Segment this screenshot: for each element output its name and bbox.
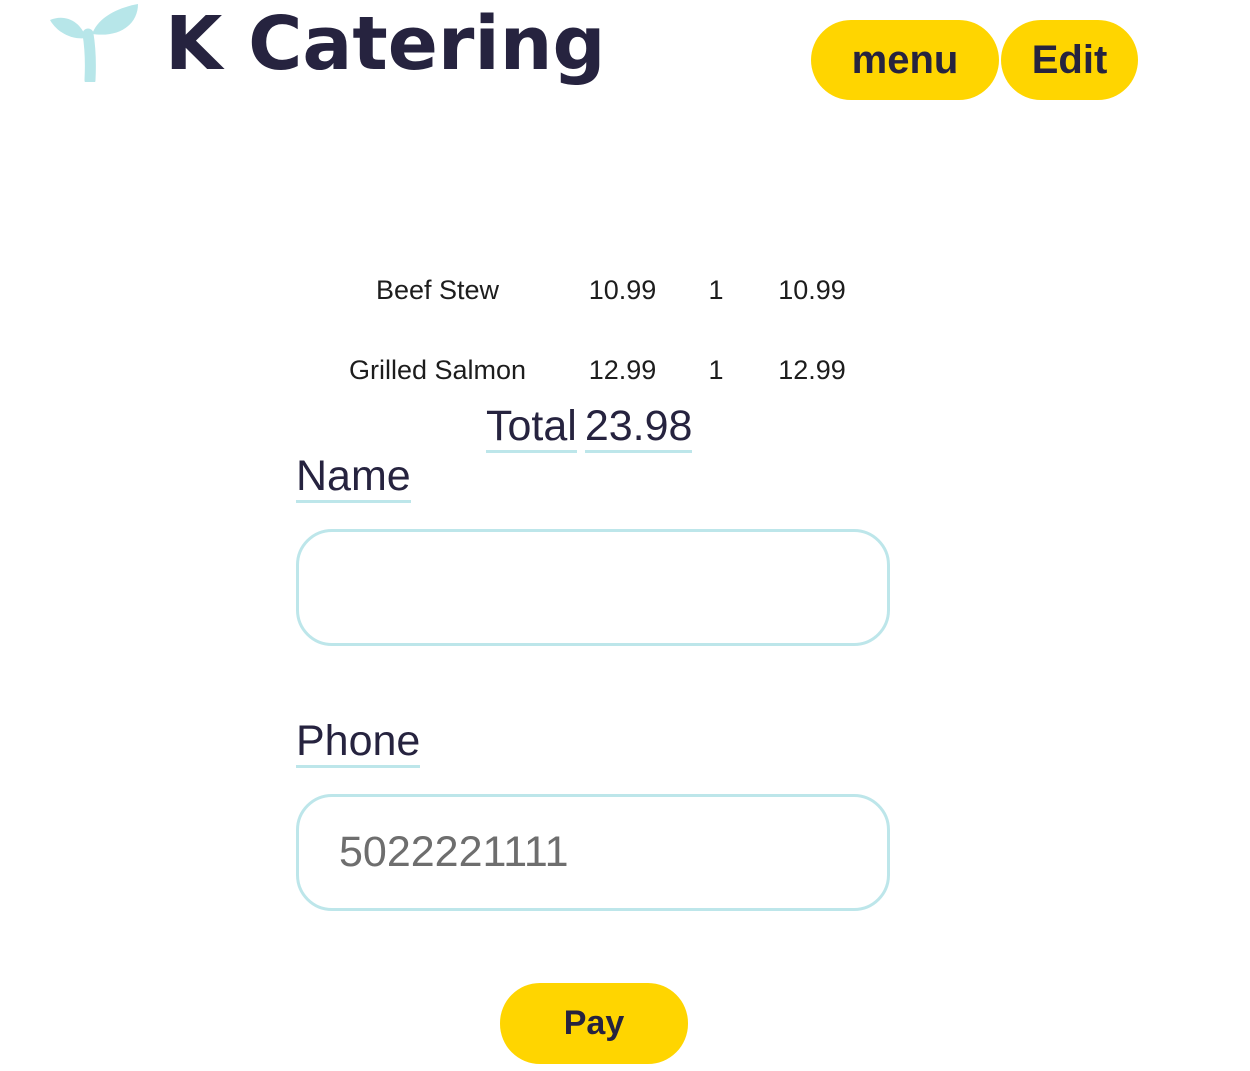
order-row: Grilled Salmon 12.99 1 12.99 — [310, 330, 872, 410]
name-label: Name — [296, 452, 411, 503]
item-quantity: 1 — [708, 274, 724, 305]
sprout-icon — [50, 4, 138, 82]
edit-button[interactable]: Edit — [1001, 20, 1138, 100]
order-row: Beef Stew 10.99 1 10.99 — [310, 250, 872, 330]
total-value: 23.98 — [584, 402, 693, 453]
item-price: 10.99 — [588, 274, 657, 305]
app-title: K Catering — [165, 1, 606, 87]
pay-button[interactable]: Pay — [500, 983, 688, 1064]
item-name: Grilled Salmon — [348, 354, 527, 385]
order-table: Beef Stew 10.99 1 10.99 Grilled Salmon 1… — [310, 250, 872, 410]
item-price: 12.99 — [588, 354, 657, 385]
item-name: Beef Stew — [375, 274, 500, 305]
item-subtotal: 12.99 — [778, 354, 846, 385]
item-subtotal: 10.99 — [778, 274, 846, 305]
menu-button[interactable]: menu — [811, 20, 999, 100]
name-input[interactable] — [296, 529, 890, 646]
order-total: Total 23.98 — [486, 402, 693, 453]
phone-input[interactable] — [296, 794, 890, 911]
item-quantity: 1 — [708, 354, 724, 385]
total-label: Total — [486, 402, 577, 453]
phone-label: Phone — [296, 717, 421, 768]
